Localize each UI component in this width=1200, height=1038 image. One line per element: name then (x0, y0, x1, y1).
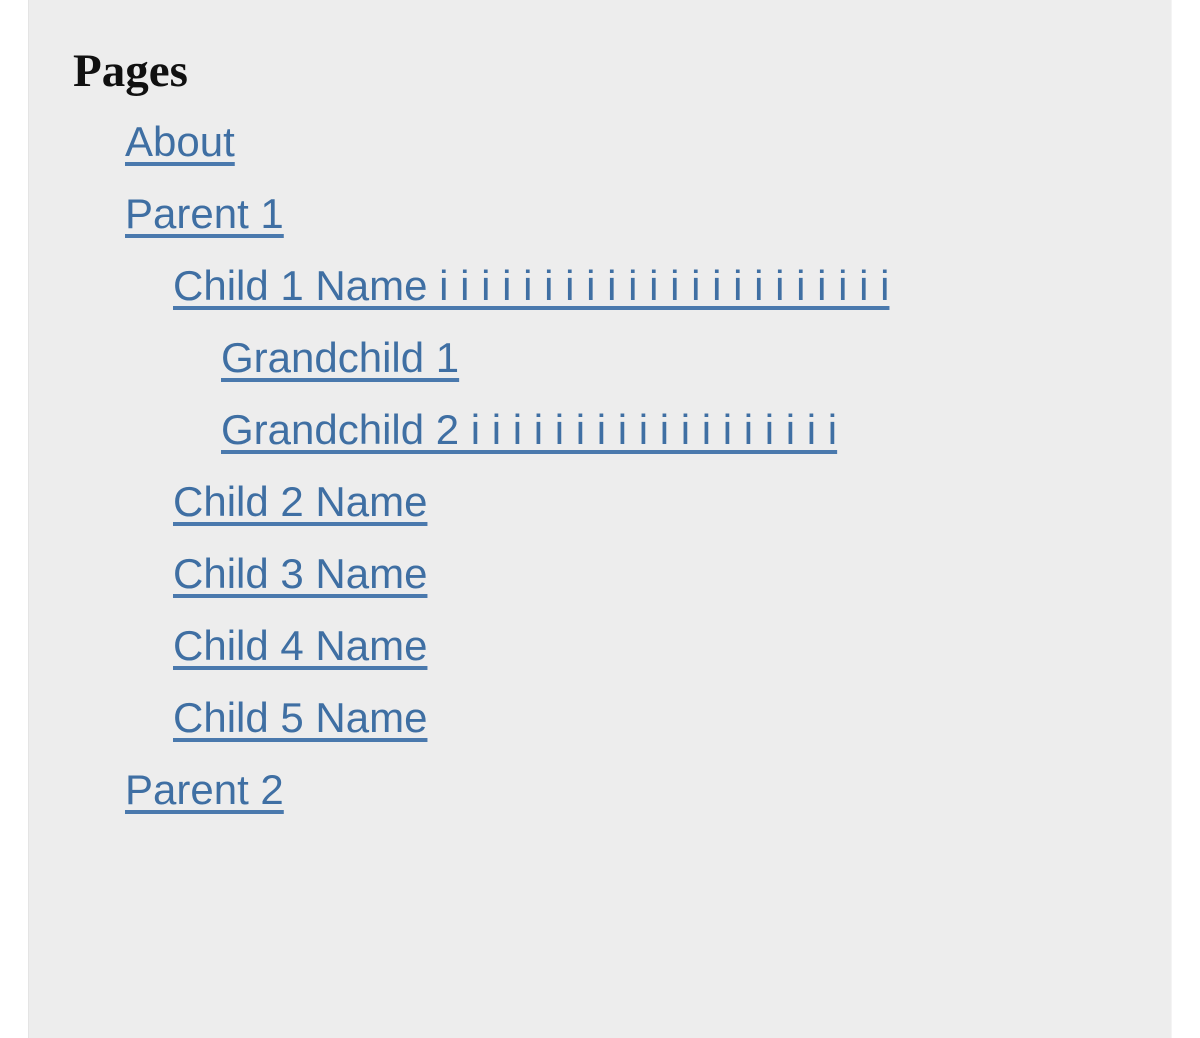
page-link-child-5[interactable]: Child 5 Name (173, 694, 427, 741)
list-item: Child 4 Name (173, 610, 1133, 682)
list-item: Parent 2 (125, 754, 1133, 826)
pages-widget-title: Pages (73, 45, 188, 97)
list-item: Child 5 Name (173, 682, 1133, 754)
list-item: Child 2 Name (173, 466, 1133, 538)
list-item: About (125, 106, 1133, 178)
list-item: Grandchild 1 (221, 322, 1133, 394)
page-link-child-4[interactable]: Child 4 Name (173, 622, 427, 669)
children-list-parent-1: Child 1 Name i i i i i i i i i i i i i i… (125, 250, 1133, 754)
children-list-child-1: Grandchild 1 Grandchild 2 i i i i i i i … (173, 322, 1133, 466)
page-canvas: Pages About Parent 1 Child 1 Name i i i … (0, 0, 1200, 1038)
page-link-grandchild-1[interactable]: Grandchild 1 (221, 334, 459, 381)
page-link-parent-2[interactable]: Parent 2 (125, 766, 284, 813)
list-item: Child 1 Name i i i i i i i i i i i i i i… (173, 250, 1133, 466)
page-link-child-2[interactable]: Child 2 Name (173, 478, 427, 525)
pages-widget: Pages About Parent 1 Child 1 Name i i i … (73, 44, 1133, 826)
list-item: Grandchild 2 i i i i i i i i i i i i i i… (221, 394, 1133, 466)
page-link-parent-1[interactable]: Parent 1 (125, 190, 284, 237)
content-column: Pages About Parent 1 Child 1 Name i i i … (28, 0, 1172, 1038)
page-link-child-3[interactable]: Child 3 Name (173, 550, 427, 597)
list-item: Child 3 Name (173, 538, 1133, 610)
page-link-grandchild-2[interactable]: Grandchild 2 i i i i i i i i i i i i i i… (221, 406, 837, 453)
page-link-child-1[interactable]: Child 1 Name i i i i i i i i i i i i i i… (173, 262, 889, 309)
list-item: Parent 1 Child 1 Name i i i i i i i i i … (125, 178, 1133, 754)
page-link-about[interactable]: About (125, 118, 235, 165)
page-list: About Parent 1 Child 1 Name i i i i i i … (73, 106, 1133, 826)
